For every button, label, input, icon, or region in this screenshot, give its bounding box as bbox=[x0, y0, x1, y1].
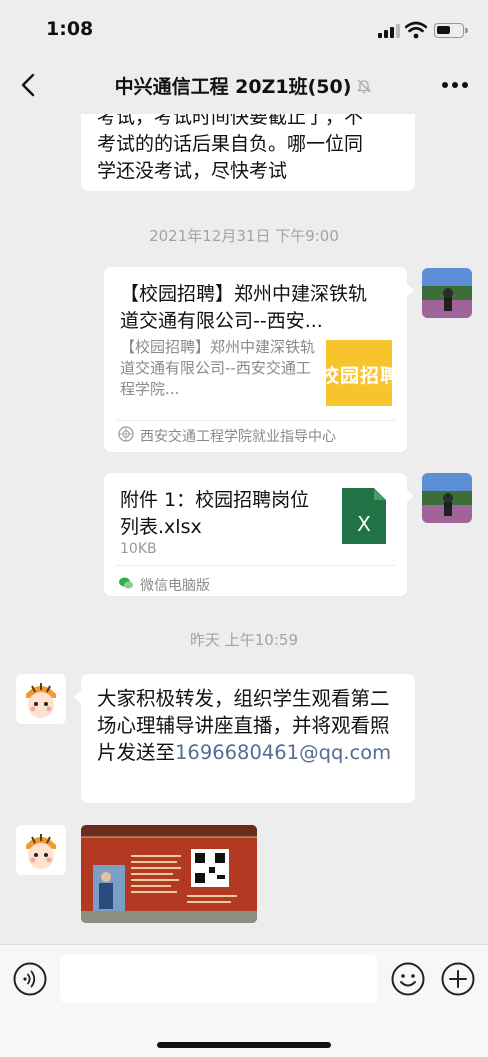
school-logo-icon bbox=[118, 426, 134, 442]
file-message[interactable]: 附件 1：校园招聘岗位列表.xlsx X 10KB 微信电脑版 bbox=[104, 473, 414, 596]
card-thumbnail: 校园招聘 bbox=[326, 340, 392, 406]
input-bar bbox=[0, 944, 488, 1057]
wechat-icon bbox=[119, 577, 133, 589]
signal-icon bbox=[378, 24, 400, 38]
message-text-line: 考试的的话后果自负。哪一位同 bbox=[97, 133, 364, 155]
avatar-contact[interactable] bbox=[16, 674, 66, 724]
chat-title: 中兴通信工程 20Z1班(50) bbox=[0, 72, 488, 99]
plus-icon[interactable] bbox=[441, 962, 475, 996]
file-divider bbox=[116, 565, 395, 566]
avatar-photo bbox=[422, 268, 472, 318]
battery-icon bbox=[434, 23, 468, 38]
card-thumbnail-text: 校园招聘 bbox=[326, 365, 392, 387]
message-bubble-text[interactable]: 大家积极转发，组织学生观看第二场心理辅导讲座直播，并将观看照片发送至169668… bbox=[74, 674, 415, 803]
file-name: 附件 1：校园招聘岗位列表.xlsx bbox=[120, 489, 310, 538]
status-bar: 1:08 bbox=[0, 0, 488, 56]
card-description: 【校园招聘】郑州中建深铁轨道交通有限公司--西安交通工程学院... bbox=[120, 338, 316, 398]
image-message[interactable] bbox=[81, 825, 257, 923]
file-source: 微信电脑版 bbox=[140, 578, 210, 594]
message-text: 大家积极转发，组织学生观看第二场心理辅导讲座直播，并将观看照片发送至169668… bbox=[97, 685, 399, 766]
message-bubble-text[interactable]: 考试，考试时间快要截止了，不 考试的的话后果自负。哪一位同 学还没考试，尽快考试 bbox=[81, 114, 415, 191]
avatar-cartoon bbox=[16, 825, 66, 875]
excel-letter: X bbox=[357, 512, 371, 536]
avatar-self[interactable] bbox=[422, 473, 472, 523]
battery-level bbox=[437, 26, 450, 34]
voice-icon[interactable] bbox=[13, 962, 47, 996]
chat-header: 中兴通信工程 20Z1班(50) bbox=[0, 56, 488, 114]
home-indicator bbox=[157, 1042, 331, 1048]
message-input[interactable] bbox=[60, 955, 378, 1003]
status-time: 1:08 bbox=[46, 18, 94, 40]
avatar-photo bbox=[422, 473, 472, 523]
avatar-self[interactable] bbox=[422, 268, 472, 318]
message-text-line: 考试，考试时间快要截止了，不 bbox=[97, 114, 364, 128]
emoji-icon[interactable] bbox=[391, 962, 425, 996]
link-card[interactable]: 【校园招聘】郑州中建深铁轨道交通有限公司--西安... 【校园招聘】郑州中建深铁… bbox=[104, 267, 414, 452]
message-timestamp: 昨天 上午10:59 bbox=[190, 631, 298, 649]
file-size: 10KB bbox=[120, 541, 157, 557]
card-title: 【校园招聘】郑州中建深铁轨道交通有限公司--西安... bbox=[120, 283, 368, 332]
card-source: 西安交通工程学院就业指导中心 bbox=[140, 429, 336, 445]
avatar-cartoon bbox=[16, 674, 66, 724]
message-text-line: 学还没考试，尽快考试 bbox=[97, 160, 288, 182]
chat-title-text: 中兴通信工程 20Z1班(50) bbox=[114, 76, 352, 98]
wifi-icon bbox=[405, 21, 427, 39]
message-timestamp: 2021年12月31日 下午9:00 bbox=[149, 227, 339, 245]
more-horizontal-icon[interactable] bbox=[442, 82, 468, 90]
avatar-contact[interactable] bbox=[16, 825, 66, 875]
email-link[interactable]: 1696680461@qq.com bbox=[175, 741, 391, 764]
bell-off-icon bbox=[357, 79, 372, 94]
lecture-poster-image bbox=[81, 825, 257, 923]
excel-file-icon: X bbox=[342, 488, 386, 544]
card-divider bbox=[116, 420, 395, 421]
message-list[interactable]: 考试，考试时间快要截止了，不 考试的的话后果自负。哪一位同 学还没考试，尽快考试… bbox=[0, 114, 488, 944]
